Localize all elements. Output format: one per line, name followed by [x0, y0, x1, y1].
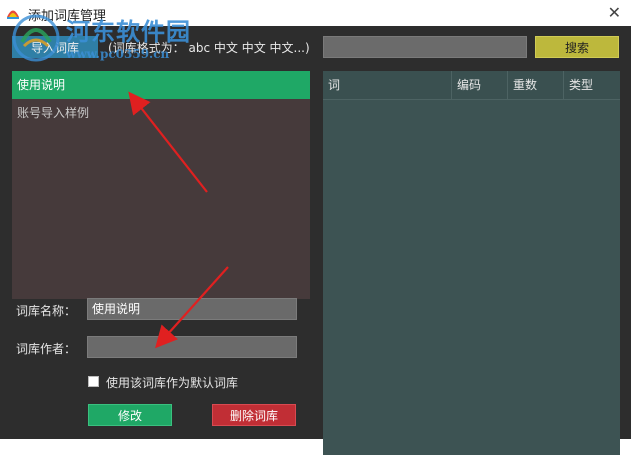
window-title: 添加词库管理	[28, 9, 107, 24]
column-word[interactable]: 词	[323, 71, 452, 99]
format-hint: (词库格式为： abc 中文 中文 中文...)	[108, 41, 310, 55]
column-weight[interactable]: 重数	[508, 71, 564, 99]
search-button[interactable]: 搜索	[535, 36, 619, 58]
library-author-input[interactable]	[87, 336, 297, 358]
default-library-checkbox[interactable]	[88, 376, 99, 387]
column-type[interactable]: 类型	[564, 71, 620, 99]
library-list[interactable]: 使用说明 账号导入样例	[12, 71, 310, 299]
list-item-usage[interactable]: 使用说明	[12, 71, 310, 99]
default-library-label: 使用该词库作为默认词库	[106, 376, 239, 390]
word-table[interactable]: 词 编码 重数 类型	[323, 71, 620, 455]
edit-button[interactable]: 修改	[88, 404, 172, 426]
table-header: 词 编码 重数 类型	[323, 71, 620, 100]
delete-library-button[interactable]: 删除词库	[212, 404, 296, 426]
search-input[interactable]	[323, 36, 527, 58]
library-name-label: 词库名称：	[16, 304, 77, 318]
import-library-button[interactable]: 导入词库	[12, 36, 98, 58]
app-logo-icon	[7, 10, 19, 19]
column-code[interactable]: 编码	[452, 71, 508, 99]
library-author-label: 词库作者：	[16, 342, 77, 356]
title-bar: 添加词库管理 ✕	[0, 0, 631, 26]
close-icon[interactable]: ✕	[608, 3, 621, 22]
list-item-account-sample[interactable]: 账号导入样例	[12, 99, 310, 127]
dialog-body: 导入词库 (词库格式为： abc 中文 中文 中文...) 搜索 使用说明 账号…	[0, 26, 631, 455]
library-name-input[interactable]: 使用说明	[87, 298, 297, 320]
